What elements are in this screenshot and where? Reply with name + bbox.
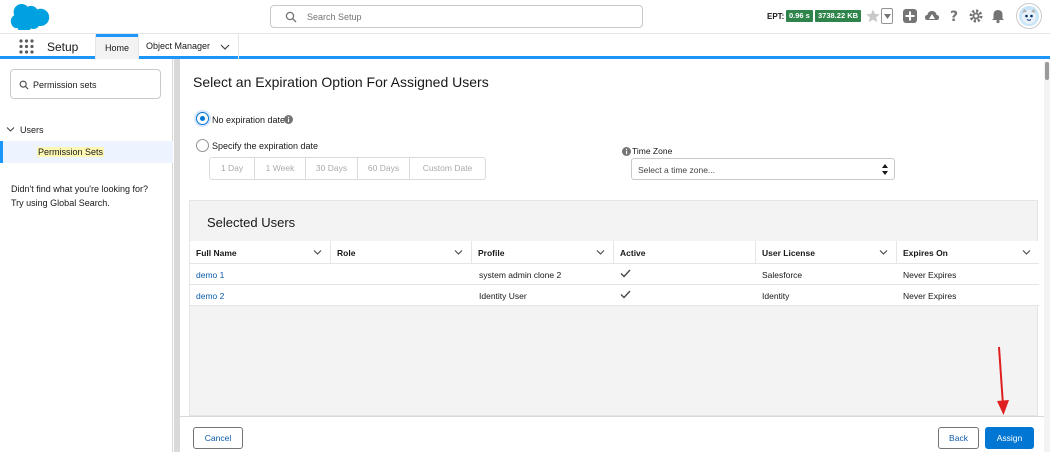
expires-on-cell: Never Expires (903, 291, 957, 301)
chevron-down-icon[interactable] (1022, 249, 1031, 256)
divider (138, 34, 139, 59)
scrollbar-thumb[interactable] (1045, 62, 1049, 80)
column-header-expires-on[interactable]: Expires On (897, 241, 1039, 264)
tree-item-users-label: Users (20, 125, 44, 135)
column-header-label: User License (762, 248, 815, 258)
user-avatar[interactable] (1017, 4, 1041, 28)
favorites-dropdown-button[interactable] (881, 8, 893, 24)
ept-label: EPT: (767, 12, 785, 21)
duration-custom-date-button[interactable]: Custom Date (410, 158, 485, 179)
user-license-cell: Identity (762, 291, 790, 301)
salesforce-logo[interactable] (10, 4, 52, 30)
search-icon (285, 11, 297, 23)
selected-users-card: Selected Users Full Name Role Profile Ac… (189, 200, 1039, 416)
full-name-link[interactable]: demo 1 (196, 270, 224, 280)
wizard-footer: Cancel Back Assign (180, 416, 1044, 452)
radio-no-expiration-label[interactable]: No expiration date (212, 115, 285, 125)
expires-on-cell: Never Expires (903, 270, 957, 280)
page-title: Select an Expiration Option For Assigned… (193, 74, 489, 90)
tree-item-permission-sets-label: Permission Sets (37, 147, 105, 157)
tree-item-permission-sets[interactable]: Permission Sets (0, 141, 173, 163)
help-icon[interactable]: ? (946, 8, 962, 24)
info-icon[interactable] (622, 147, 631, 156)
selected-users-title: Selected Users (207, 215, 296, 230)
global-header: Search Setup EPT: 0.96 s 3738.22 KB ? (0, 0, 1050, 34)
active-check-icon (620, 269, 631, 278)
column-header-user-license[interactable]: User License (756, 241, 897, 264)
help-text-line2: Try using Global Search. (11, 198, 110, 208)
user-license-cell: Salesforce (762, 270, 803, 280)
scrollbar-track[interactable] (1044, 61, 1050, 452)
chevron-down-icon (6, 127, 15, 132)
ept-time-badge: 0.96 s (786, 10, 813, 22)
radio-specify-expiration-label[interactable]: Specify the expiration date (212, 141, 318, 151)
chevron-down-icon[interactable] (879, 249, 888, 256)
tree-item-users[interactable]: Users (6, 125, 44, 135)
context-bar: Setup Home Object Manager (0, 34, 1050, 59)
time-zone-select[interactable]: Select a time zone... (631, 158, 895, 180)
table-row: demo 1 system admin clone 2 Salesforce N… (190, 264, 1039, 285)
chevron-down-icon[interactable] (454, 249, 463, 256)
tab-home[interactable]: Home (96, 34, 138, 59)
column-header-role[interactable]: Role (331, 241, 472, 264)
app-name: Setup (47, 40, 79, 54)
duration-60-days-button[interactable]: 60 Days (358, 158, 410, 179)
setup-sidebar: Permission sets Users Permission Sets Di… (0, 59, 173, 452)
column-header-label: Role (337, 248, 356, 258)
quick-find-input[interactable]: Permission sets (10, 69, 161, 99)
column-header-full-name[interactable]: Full Name (190, 241, 331, 264)
column-header-profile[interactable]: Profile (472, 241, 614, 264)
full-name-link[interactable]: demo 2 (196, 291, 224, 301)
column-header-label: Profile (478, 248, 505, 258)
table-header: Full Name Role Profile Active User Licen… (190, 241, 1039, 264)
quick-find-value: Permission sets (33, 80, 97, 90)
main-content: Select an Expiration Option For Assigned… (180, 61, 1044, 452)
time-zone-label: Time Zone (632, 146, 673, 156)
trailhead-guidance-icon[interactable] (924, 8, 940, 24)
time-zone-placeholder: Select a time zone... (638, 165, 716, 175)
duration-button-group: 1 Day 1 Week 30 Days 60 Days Custom Date (209, 157, 486, 180)
select-arrows-icon (882, 164, 888, 175)
chevron-down-icon[interactable] (313, 249, 322, 256)
setup-gear-icon[interactable] (968, 8, 984, 24)
divider (238, 34, 239, 59)
back-button[interactable]: Back (938, 427, 979, 449)
radio-specify-expiration[interactable] (196, 139, 209, 152)
active-check-icon (620, 290, 631, 299)
favorites-star-icon[interactable] (865, 8, 881, 24)
duration-30-days-button[interactable]: 30 Days (306, 158, 358, 179)
astro-avatar-icon (1022, 9, 1036, 24)
search-placeholder: Search Setup (307, 12, 362, 22)
notifications-bell-icon[interactable] (990, 8, 1006, 24)
help-text-line1: Didn't find what you're looking for? (11, 184, 149, 194)
global-search-box[interactable]: Search Setup (270, 5, 643, 28)
annotation-arrow-icon (997, 346, 1009, 415)
info-icon[interactable] (284, 115, 293, 124)
search-icon (19, 80, 29, 90)
duration-1-day-button[interactable]: 1 Day (210, 158, 255, 179)
column-header-label: Expires On (903, 248, 948, 258)
radio-no-expiration[interactable] (196, 112, 209, 125)
tab-object-manager[interactable]: Object Manager (146, 41, 210, 51)
profile-cell: Identity User (479, 291, 527, 301)
chevron-down-icon[interactable] (596, 249, 605, 256)
global-actions-add-icon[interactable] (902, 8, 918, 24)
assign-button[interactable]: Assign (985, 427, 1034, 449)
column-header-active[interactable]: Active (614, 241, 756, 264)
cancel-button[interactable]: Cancel (193, 427, 243, 449)
ept-size-badge: 3738.22 KB (815, 10, 862, 22)
table-row: demo 2 Identity User Identity Never Expi… (190, 285, 1039, 306)
svg-text:?: ? (950, 9, 958, 24)
profile-cell: system admin clone 2 (479, 270, 562, 280)
duration-1-week-button[interactable]: 1 Week (255, 158, 306, 179)
column-header-label: Active (620, 248, 646, 258)
app-launcher-icon[interactable] (19, 39, 34, 54)
chevron-down-icon (884, 14, 891, 19)
chevron-down-icon[interactable] (220, 43, 230, 51)
column-header-label: Full Name (196, 248, 237, 258)
